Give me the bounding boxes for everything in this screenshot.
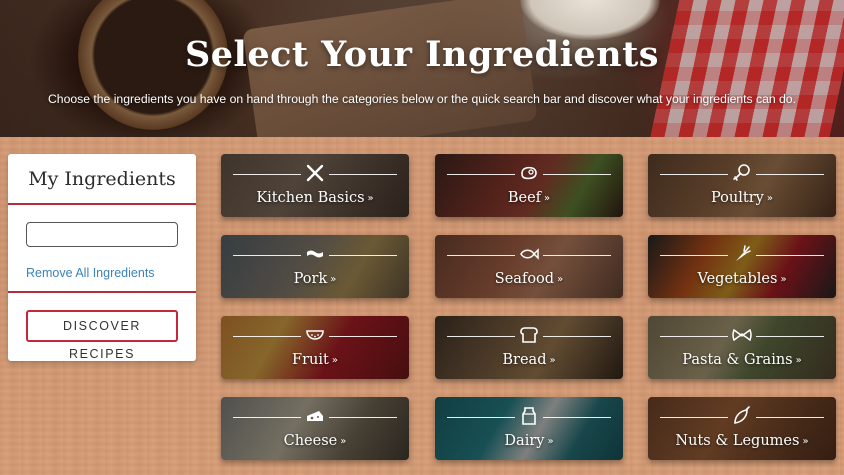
category-label: Pork <box>293 271 328 287</box>
watermelon-icon <box>304 324 326 346</box>
remove-all-ingredients-link[interactable]: Remove All Ingredients <box>26 266 155 280</box>
divider <box>8 203 196 205</box>
category-label: Poultry <box>711 190 764 206</box>
milk-carton-icon <box>518 405 540 427</box>
category-tile-beef[interactable]: Beef» <box>435 154 623 217</box>
category-label: Kitchen Basics <box>256 190 365 206</box>
category-tile-bread[interactable]: Bread» <box>435 316 623 379</box>
category-label: Vegetables <box>697 271 778 287</box>
page-title: Select Your Ingredients <box>185 34 659 75</box>
category-tile-pasta-grains[interactable]: Pasta & Grains» <box>648 316 836 379</box>
category-label: Seafood <box>494 271 555 287</box>
discover-recipes-button[interactable]: DISCOVER RECIPES <box>26 310 178 361</box>
cheese-icon <box>304 405 326 427</box>
category-tile-cheese[interactable]: Cheese» <box>221 397 409 460</box>
category-tile-seafood[interactable]: Seafood» <box>435 235 623 298</box>
my-ingredients-panel: My Ingredients Remove All Ingredients DI… <box>8 154 196 361</box>
chevron-down-icon: » <box>549 355 556 366</box>
chevron-down-icon: » <box>802 436 809 447</box>
bacon-icon <box>304 243 326 265</box>
utensils-icon <box>304 162 326 184</box>
page-subtitle: Choose the ingredients you have on hand … <box>48 92 796 106</box>
category-label: Bread <box>502 352 547 368</box>
category-tile-poultry[interactable]: Poultry» <box>648 154 836 217</box>
chevron-down-icon: » <box>544 193 551 204</box>
category-tile-kitchen-basics[interactable]: Kitchen Basics» <box>221 154 409 217</box>
category-tile-fruit[interactable]: Fruit» <box>221 316 409 379</box>
fish-icon <box>518 243 540 265</box>
ingredient-search-input[interactable] <box>26 222 178 247</box>
carrot-icon <box>731 243 753 265</box>
category-label: Nuts & Legumes <box>675 433 800 449</box>
bowtie-pasta-icon <box>731 324 753 346</box>
category-tile-nuts-legumes[interactable]: Nuts & Legumes» <box>648 397 836 460</box>
category-tile-pork[interactable]: Pork» <box>221 235 409 298</box>
category-tile-vegetables[interactable]: Vegetables» <box>648 235 836 298</box>
category-label: Dairy <box>504 433 545 449</box>
chevron-down-icon: » <box>780 274 787 285</box>
chevron-down-icon: » <box>557 274 564 285</box>
bread-icon <box>518 324 540 346</box>
chevron-down-icon: » <box>795 355 802 366</box>
category-label: Pasta & Grains <box>682 352 793 368</box>
chevron-down-icon: » <box>340 436 347 447</box>
chevron-down-icon: » <box>766 193 773 204</box>
chevron-down-icon: » <box>330 274 337 285</box>
nut-icon <box>731 405 753 427</box>
my-ingredients-title: My Ingredients <box>28 168 176 190</box>
category-label: Beef <box>507 190 542 206</box>
category-label: Cheese <box>283 433 338 449</box>
category-tile-dairy[interactable]: Dairy» <box>435 397 623 460</box>
steak-icon <box>518 162 540 184</box>
chevron-down-icon: » <box>547 436 554 447</box>
chevron-down-icon: » <box>367 193 374 204</box>
drumstick-icon <box>731 162 753 184</box>
chevron-down-icon: » <box>331 355 338 366</box>
divider <box>8 291 196 293</box>
category-label: Fruit <box>292 352 329 368</box>
hero-banner: Select Your Ingredients Choose the ingre… <box>0 0 844 137</box>
